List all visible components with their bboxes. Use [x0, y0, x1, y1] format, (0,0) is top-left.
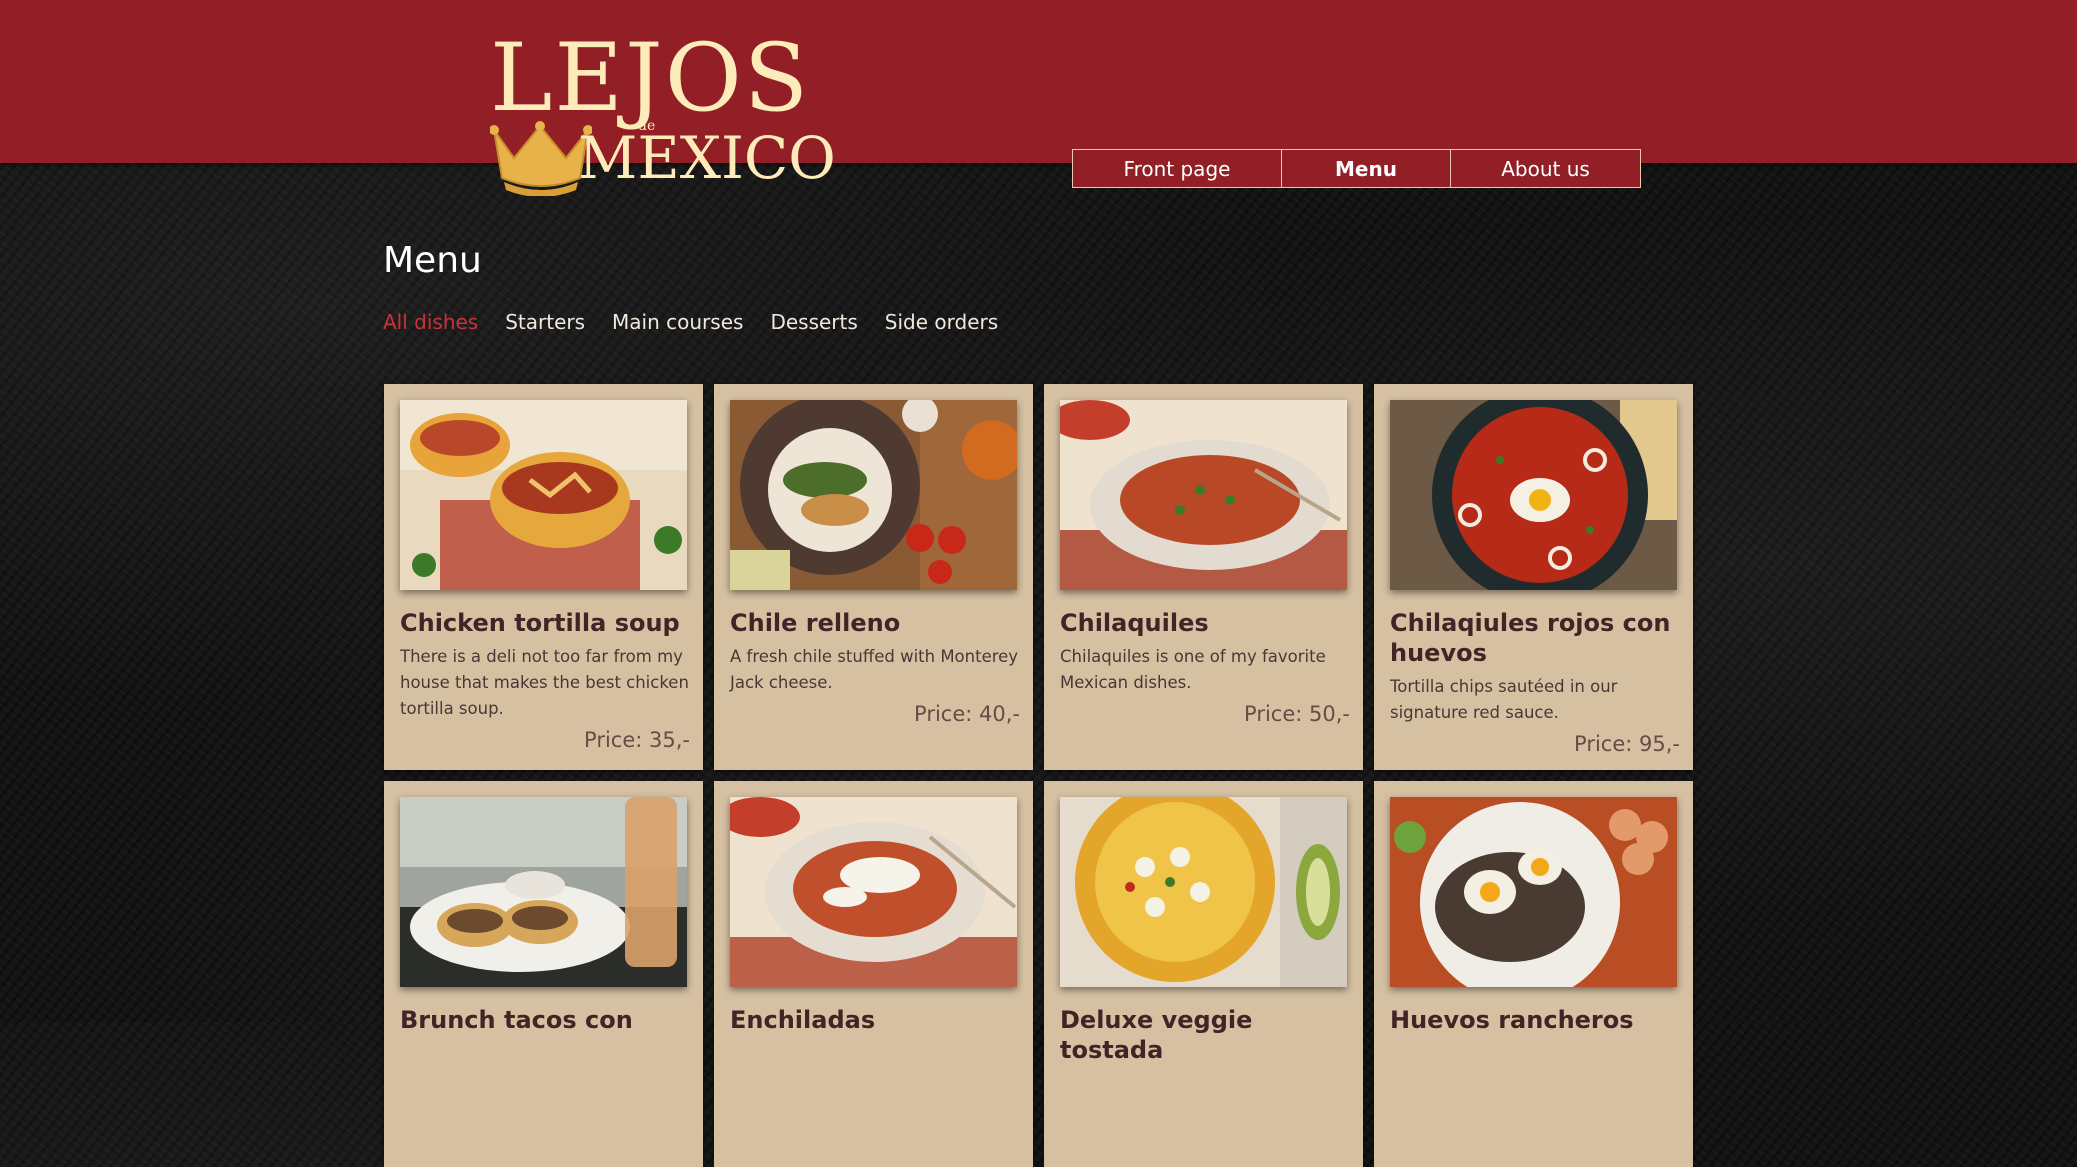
dish-description: There is a deli not too far from my hous…: [400, 647, 689, 718]
dish-image[interactable]: [1060, 400, 1347, 590]
dish-price: Price: 40,-: [914, 702, 1020, 726]
dish-name: Huevos rancheros: [1390, 1006, 1634, 1034]
filter-main-courses[interactable]: Main courses: [612, 310, 743, 334]
dish-price: Price: 50,-: [1244, 702, 1350, 726]
dish-card[interactable]: Chilaqiules rojos con huevos Tortilla ch…: [1374, 384, 1693, 770]
dish-description: Chilaquiles is one of my favorite Mexica…: [1060, 647, 1326, 692]
site-header: LEJOS de MEXICO Front page Menu About us: [0, 0, 2077, 196]
dish-image[interactable]: [1390, 400, 1677, 590]
dish-card[interactable]: Huevos rancheros: [1374, 781, 1693, 1167]
dish-grid: Chicken tortilla soup There is a deli no…: [384, 384, 1696, 1167]
dish-name: Deluxe veggie tostada: [1060, 1006, 1253, 1064]
logo-word-lejos: LEJOS: [490, 24, 811, 133]
dish-image[interactable]: [1390, 797, 1677, 987]
dish-description: A fresh chile stuffed with Monterey Jack…: [730, 647, 1019, 692]
main-navigation: Front page Menu About us: [1072, 149, 1641, 188]
dish-name: Chilaquiles: [1060, 609, 1209, 637]
nav-menu[interactable]: Menu: [1282, 150, 1451, 187]
dish-card[interactable]: Chilaquiles Chilaquiles is one of my fav…: [1044, 384, 1363, 770]
site-logo[interactable]: LEJOS de MEXICO: [488, 32, 836, 197]
filter-all-dishes[interactable]: All dishes: [383, 310, 478, 334]
dish-card[interactable]: Chile relleno A fresh chile stuffed with…: [714, 384, 1033, 770]
filter-side-orders[interactable]: Side orders: [885, 310, 998, 334]
category-filters: All dishes Starters Main courses Dessert…: [383, 310, 1025, 334]
filter-desserts[interactable]: Desserts: [770, 310, 857, 334]
page-title: Menu: [383, 240, 482, 281]
dish-image[interactable]: [400, 797, 687, 987]
dish-image[interactable]: [400, 400, 687, 590]
nav-about-us[interactable]: About us: [1451, 150, 1640, 187]
dish-price: Price: 35,-: [584, 728, 690, 752]
dish-name: Brunch tacos con: [400, 1006, 633, 1034]
dish-card[interactable]: Deluxe veggie tostada: [1044, 781, 1363, 1167]
dish-card[interactable]: Brunch tacos con: [384, 781, 703, 1167]
dish-card[interactable]: Chicken tortilla soup There is a deli no…: [384, 384, 703, 770]
nav-front-page[interactable]: Front page: [1073, 150, 1282, 187]
dish-name: Chilaqiules rojos con huevos: [1390, 609, 1671, 667]
dish-card[interactable]: Enchiladas: [714, 781, 1033, 1167]
dish-image[interactable]: [1060, 797, 1347, 987]
dish-name: Enchiladas: [730, 1006, 876, 1034]
dish-image[interactable]: [730, 797, 1017, 987]
dish-price: Price: 95,-: [1574, 732, 1680, 756]
filter-starters[interactable]: Starters: [505, 310, 585, 334]
dish-image[interactable]: [730, 400, 1017, 590]
dish-description: Tortilla chips sautéed in our signature …: [1390, 677, 1618, 722]
logo-word-mexico: MEXICO: [578, 124, 836, 192]
crown-icon: [490, 121, 592, 196]
dish-name: Chicken tortilla soup: [400, 609, 680, 637]
dish-name: Chile relleno: [730, 609, 901, 637]
